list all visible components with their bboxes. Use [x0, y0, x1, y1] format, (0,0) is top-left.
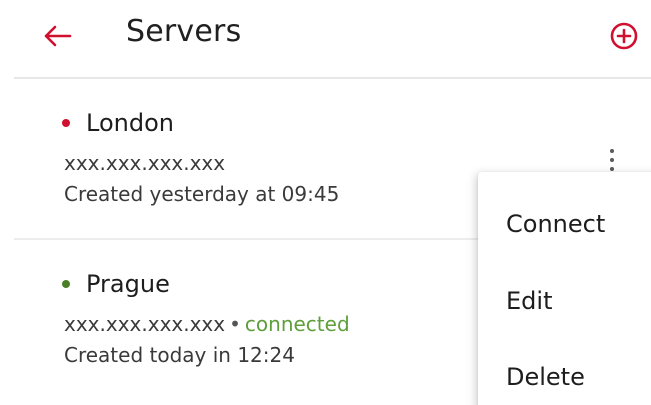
status-dot-offline: [62, 119, 70, 127]
menu-item-connect[interactable]: Connect: [506, 210, 605, 238]
page-title: Servers: [126, 14, 242, 49]
app-header: Servers: [0, 0, 651, 76]
menu-item-delete[interactable]: Delete: [506, 363, 585, 391]
server-address-row: xxx.xxx.xxx.xxx • connected: [64, 312, 350, 336]
server-name: Prague: [86, 270, 170, 298]
server-name: London: [86, 109, 174, 137]
server-created-date: Created yesterday at 09:45: [64, 182, 340, 206]
servers-screen: Servers London xxx.xxx.xxx.xxx Created y…: [0, 0, 651, 405]
arrow-left-icon: [44, 25, 72, 47]
context-menu: Connect Edit Delete: [478, 172, 651, 405]
server-address: xxx.xxx.xxx.xxx: [64, 151, 226, 175]
connection-status: connected: [244, 312, 350, 336]
server-address: xxx.xxx.xxx.xxx: [64, 312, 226, 336]
server-name-row: London: [62, 109, 174, 137]
separator-bullet: •: [229, 312, 241, 336]
back-button[interactable]: [38, 17, 76, 55]
more-dot: [610, 158, 614, 162]
plus-circle-icon: [610, 22, 638, 50]
add-server-button[interactable]: [605, 17, 643, 55]
server-address-row: xxx.xxx.xxx.xxx: [64, 151, 225, 175]
server-created-date: Created today in 12:24: [64, 343, 295, 367]
more-dot: [610, 167, 614, 171]
more-dot: [610, 149, 614, 153]
status-dot-online: [62, 280, 70, 288]
server-name-row: Prague: [62, 270, 170, 298]
menu-item-edit[interactable]: Edit: [506, 287, 552, 315]
